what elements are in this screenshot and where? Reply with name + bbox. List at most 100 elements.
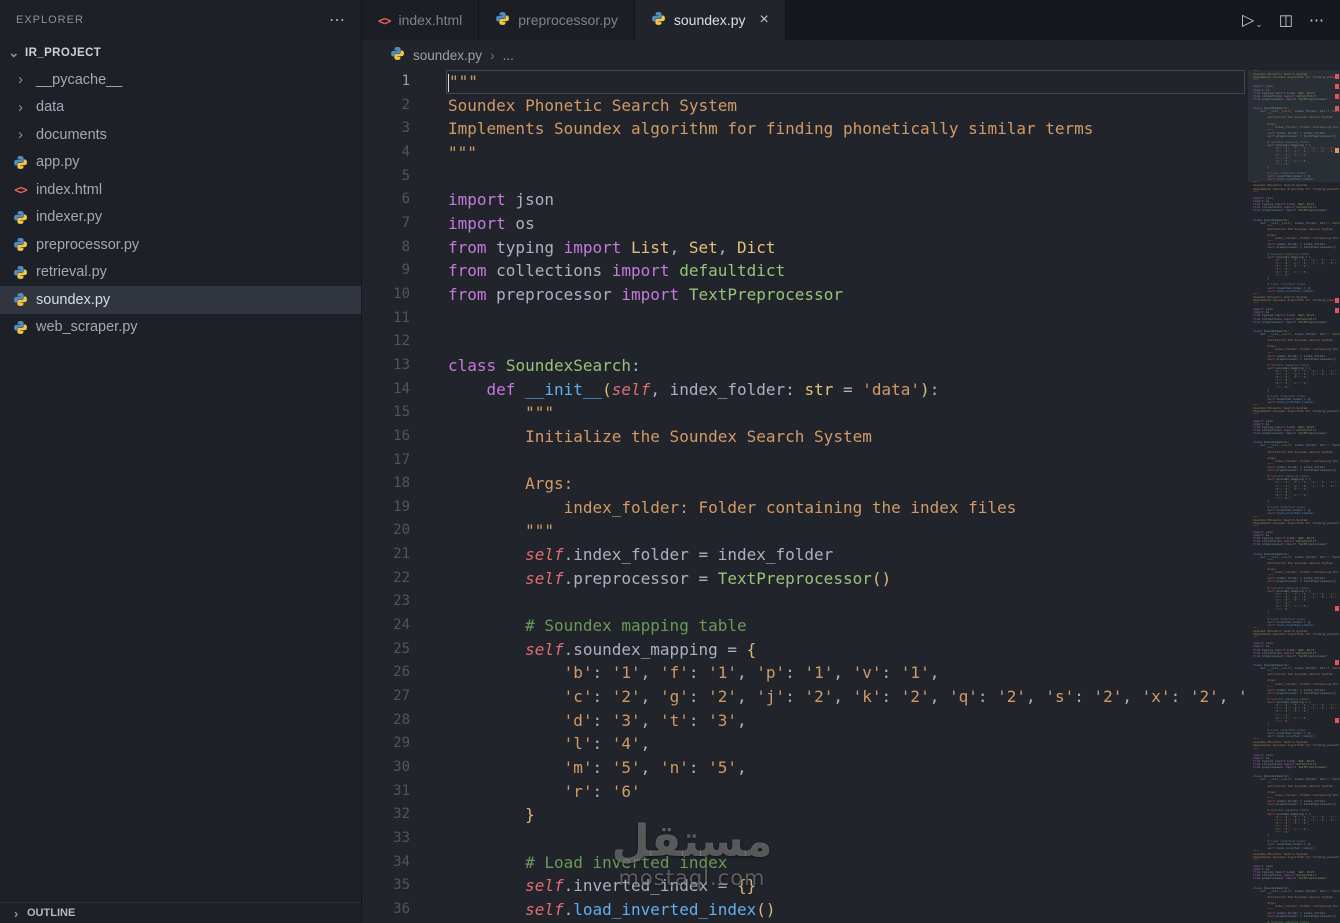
- tree-file-web-scraper-py[interactable]: web_scraper.py: [0, 314, 361, 342]
- line-number[interactable]: 36: [362, 898, 410, 922]
- code-line[interactable]: 12: [362, 330, 1248, 354]
- code-line[interactable]: 20 """: [362, 519, 1248, 543]
- line-number[interactable]: 7: [362, 212, 410, 236]
- code-line[interactable]: 35 self.inverted_index = {}: [362, 874, 1248, 898]
- code-line[interactable]: 25 self.soundex_mapping = {: [362, 638, 1248, 662]
- code-line[interactable]: 2Soundex Phonetic Search System: [362, 94, 1248, 118]
- tree-file-retrieval-py[interactable]: retrieval.py: [0, 259, 361, 287]
- breadcrumb-more[interactable]: ...: [503, 48, 514, 63]
- tree-file-app-py[interactable]: app.py: [0, 149, 361, 177]
- line-number[interactable]: 26: [362, 661, 410, 685]
- line-number[interactable]: 35: [362, 874, 410, 898]
- line-number[interactable]: 30: [362, 756, 410, 780]
- code-line[interactable]: 28 'd': '3', 't': '3',: [362, 709, 1248, 733]
- line-number[interactable]: 12: [362, 330, 410, 354]
- tree-folder-documents[interactable]: ›documents: [0, 121, 361, 149]
- code-line[interactable]: 3Implements Soundex algorithm for findin…: [362, 117, 1248, 141]
- code-line[interactable]: 6import json: [362, 188, 1248, 212]
- line-number[interactable]: 17: [362, 449, 410, 473]
- code-line[interactable]: 24 # Soundex mapping table: [362, 614, 1248, 638]
- code-line[interactable]: 1""": [362, 70, 1248, 94]
- tab-index-html[interactable]: <>index.html: [362, 0, 479, 40]
- close-tab-icon[interactable]: ×: [759, 11, 768, 29]
- line-number[interactable]: 22: [362, 567, 410, 591]
- line-number[interactable]: 27: [362, 685, 410, 709]
- line-number[interactable]: 6: [362, 188, 410, 212]
- line-number[interactable]: 21: [362, 543, 410, 567]
- line-number[interactable]: 34: [362, 851, 410, 875]
- tree-folder-data[interactable]: ›data: [0, 94, 361, 122]
- chevron-right-icon: ›: [12, 99, 29, 116]
- breadcrumb-file[interactable]: soundex.py: [413, 48, 482, 63]
- line-number[interactable]: 20: [362, 519, 410, 543]
- code-line[interactable]: 8from typing import List, Set, Dict: [362, 236, 1248, 260]
- code-line[interactable]: 18 Args:: [362, 472, 1248, 496]
- split-editor-icon[interactable]: ◫: [1279, 11, 1293, 29]
- code-line[interactable]: 22 self.preprocessor = TextPreprocessor(…: [362, 567, 1248, 591]
- code-line[interactable]: 13class SoundexSearch:: [362, 354, 1248, 378]
- code-line[interactable]: 11: [362, 307, 1248, 331]
- minimap-line: Initialize the Soundex Search System: [1253, 673, 1340, 676]
- tree-file-index-html[interactable]: <>index.html: [0, 176, 361, 204]
- code-line[interactable]: 27 'c': '2', 'g': '2', 'j': '2', 'k': '2…: [362, 685, 1248, 709]
- line-number[interactable]: 10: [362, 283, 410, 307]
- code-line[interactable]: 34 # Load inverted index: [362, 851, 1248, 875]
- tree-file-preprocessor-py[interactable]: preprocessor.py: [0, 231, 361, 259]
- code-line[interactable]: 9from collections import defaultdict: [362, 259, 1248, 283]
- run-button[interactable]: ▷⌄: [1242, 10, 1263, 30]
- line-number[interactable]: 25: [362, 638, 410, 662]
- tree-file-indexer-py[interactable]: indexer.py: [0, 204, 361, 232]
- tab-preprocessor-py[interactable]: preprocessor.py: [479, 0, 635, 40]
- line-number[interactable]: 14: [362, 378, 410, 402]
- code-line[interactable]: 19 index_folder: Folder containing the i…: [362, 496, 1248, 520]
- line-number[interactable]: 16: [362, 425, 410, 449]
- line-number[interactable]: 2: [362, 94, 410, 118]
- line-number[interactable]: 3: [362, 117, 410, 141]
- code-line[interactable]: 36 self.load_inverted_index(): [362, 898, 1248, 922]
- line-number[interactable]: 11: [362, 307, 410, 331]
- line-number[interactable]: 23: [362, 590, 410, 614]
- code-lines[interactable]: 1"""2Soundex Phonetic Search System3Impl…: [362, 70, 1248, 923]
- code-line[interactable]: 21 self.index_folder = index_folder: [362, 543, 1248, 567]
- minimap[interactable]: """Soundex Phonetic Search SystemImpleme…: [1248, 70, 1340, 923]
- code-token: =: [833, 380, 862, 399]
- line-number[interactable]: 15: [362, 401, 410, 425]
- tab-soundex-py[interactable]: soundex.py×: [635, 0, 786, 40]
- line-number[interactable]: 28: [362, 709, 410, 733]
- code-line[interactable]: 16 Initialize the Soundex Search System: [362, 425, 1248, 449]
- code-line[interactable]: 15 """: [362, 401, 1248, 425]
- line-number[interactable]: 5: [362, 165, 410, 189]
- code-token: ,: [737, 687, 756, 706]
- code-line[interactable]: 10from preprocessor import TextPreproces…: [362, 283, 1248, 307]
- outline-section[interactable]: › OUTLINE: [0, 902, 361, 923]
- tree-folder--pycache-[interactable]: ›__pycache__: [0, 66, 361, 94]
- line-number[interactable]: 19: [362, 496, 410, 520]
- code-line[interactable]: 30 'm': '5', 'n': '5',: [362, 756, 1248, 780]
- explorer-more-icon[interactable]: ⋯: [329, 10, 345, 30]
- code-line[interactable]: 17: [362, 449, 1248, 473]
- tree-file-soundex-py[interactable]: soundex.py: [0, 286, 361, 314]
- project-root-item[interactable]: ⌄ IR_PROJECT: [0, 40, 361, 66]
- line-number[interactable]: 18: [362, 472, 410, 496]
- code-line[interactable]: 31 'r': '6': [362, 780, 1248, 804]
- line-number[interactable]: 1: [362, 70, 410, 94]
- line-number[interactable]: 24: [362, 614, 410, 638]
- line-number[interactable]: 4: [362, 141, 410, 165]
- line-number[interactable]: 8: [362, 236, 410, 260]
- code-line[interactable]: 29 'l': '4',: [362, 732, 1248, 756]
- code-line[interactable]: 4""": [362, 141, 1248, 165]
- code-line[interactable]: 5: [362, 165, 1248, 189]
- code-line[interactable]: 7import os: [362, 212, 1248, 236]
- line-number[interactable]: 32: [362, 803, 410, 827]
- line-number[interactable]: 33: [362, 827, 410, 851]
- code-line[interactable]: 26 'b': '1', 'f': '1', 'p': '1', 'v': '1…: [362, 661, 1248, 685]
- code-line[interactable]: 33: [362, 827, 1248, 851]
- code-line[interactable]: 23: [362, 590, 1248, 614]
- line-number[interactable]: 31: [362, 780, 410, 804]
- line-number[interactable]: 29: [362, 732, 410, 756]
- line-number[interactable]: 13: [362, 354, 410, 378]
- line-number[interactable]: 9: [362, 259, 410, 283]
- editor-more-icon[interactable]: ⋯: [1309, 11, 1324, 29]
- code-line[interactable]: 14 def __init__(self, index_folder: str …: [362, 378, 1248, 402]
- code-line[interactable]: 32 }: [362, 803, 1248, 827]
